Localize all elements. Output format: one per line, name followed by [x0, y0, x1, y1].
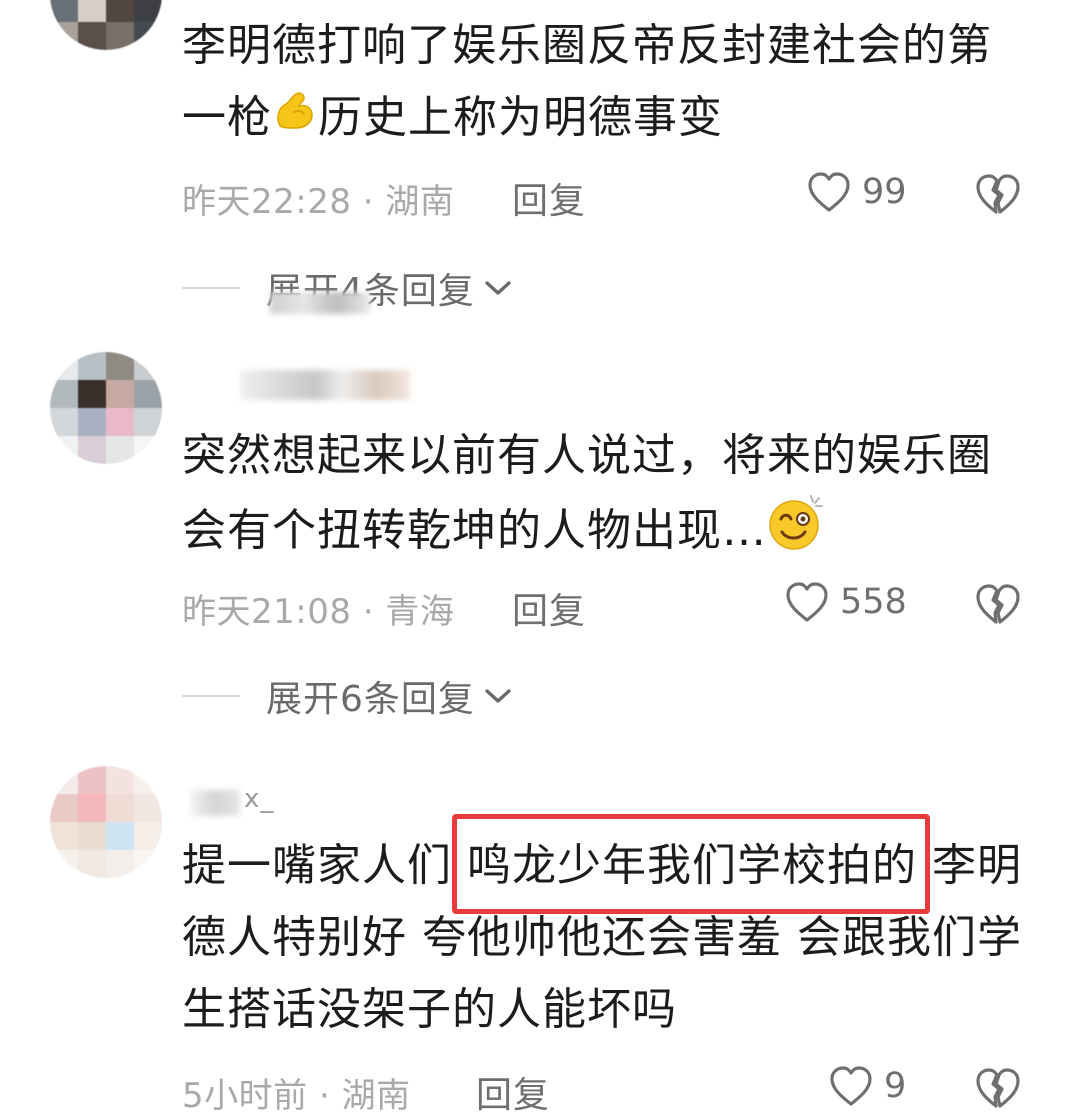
like-count: 99 [862, 172, 907, 212]
avatar-mosaic [50, 352, 162, 464]
comment-body: 突然想起来以前有人说过，将来的娱乐圈 会有个扭转乾坤的人物出现… [182, 420, 1042, 574]
avatar[interactable] [50, 0, 162, 50]
comment-meta: 5小时前 · 湖南 [182, 1068, 411, 1114]
comment-line: 李明德打响了娱乐圈反帝反封建社会的第 [182, 20, 992, 71]
comment-region: 湖南 [341, 1076, 411, 1114]
chevron-down-icon [485, 281, 511, 295]
flexed-biceps-emoji [272, 84, 318, 156]
meta-separator: · [307, 1076, 342, 1114]
meta-separator: · [351, 592, 386, 632]
username-blurred[interactable] [240, 370, 410, 400]
chevron-down-icon [485, 689, 511, 703]
comment-time: 昨天21:08 [182, 592, 352, 632]
heart-icon [808, 172, 850, 212]
comment-line: 生搭话没架子的人能坏吗 [182, 984, 677, 1035]
like-button[interactable]: 9 [828, 1064, 906, 1108]
avatar-mosaic [50, 766, 162, 878]
divider-line [182, 287, 240, 289]
expand-replies[interactable]: 展开6条回复 [182, 670, 513, 722]
comment-line: 突然想起来以前有人说过，将来的娱乐圈 [182, 430, 992, 481]
heart-icon [786, 582, 828, 622]
broken-heart-icon[interactable] [974, 1064, 1022, 1112]
comment-time: 昨天22:28 [182, 182, 352, 222]
comment-region: 湖南 [385, 182, 455, 222]
blurred-overlay [270, 292, 370, 314]
avatar[interactable] [50, 352, 162, 464]
avatar-mosaic [50, 0, 162, 50]
reply-button[interactable]: 回复 [476, 1066, 550, 1114]
like-count: 9 [884, 1066, 907, 1106]
comment-time: 5小时前 [182, 1076, 308, 1114]
broken-heart-icon[interactable] [974, 580, 1022, 628]
comment-region: 青海 [385, 592, 455, 632]
comment-meta: 昨天22:28 · 湖南 [182, 174, 454, 223]
divider-line [182, 695, 240, 697]
comment-meta: 昨天21:08 · 青海 [182, 584, 454, 633]
highlight-box [452, 814, 930, 914]
like-button[interactable]: 99 [806, 170, 907, 214]
heart-icon [830, 1066, 872, 1106]
reply-button[interactable]: 回复 [512, 582, 586, 634]
dizzy-smile-emoji [767, 492, 825, 574]
like-count: 558 [840, 582, 907, 622]
username-blurred [190, 790, 240, 816]
reply-button[interactable]: 回复 [512, 172, 586, 224]
like-button[interactable]: 558 [784, 580, 907, 624]
comment-line: 会有个扭转乾坤的人物出现… [182, 492, 1042, 574]
comment-line: 一枪 历史上称为明德事变 [182, 82, 1042, 156]
username[interactable]: x_ [244, 784, 274, 814]
broken-heart-icon[interactable] [974, 170, 1022, 218]
comment-body: 李明德打响了娱乐圈反帝反封建社会的第 一枪 历史上称为明德事变 [182, 10, 1042, 156]
meta-separator: · [351, 182, 386, 222]
avatar[interactable] [50, 766, 162, 878]
expand-replies-label: 展开6条回复 [266, 679, 475, 720]
